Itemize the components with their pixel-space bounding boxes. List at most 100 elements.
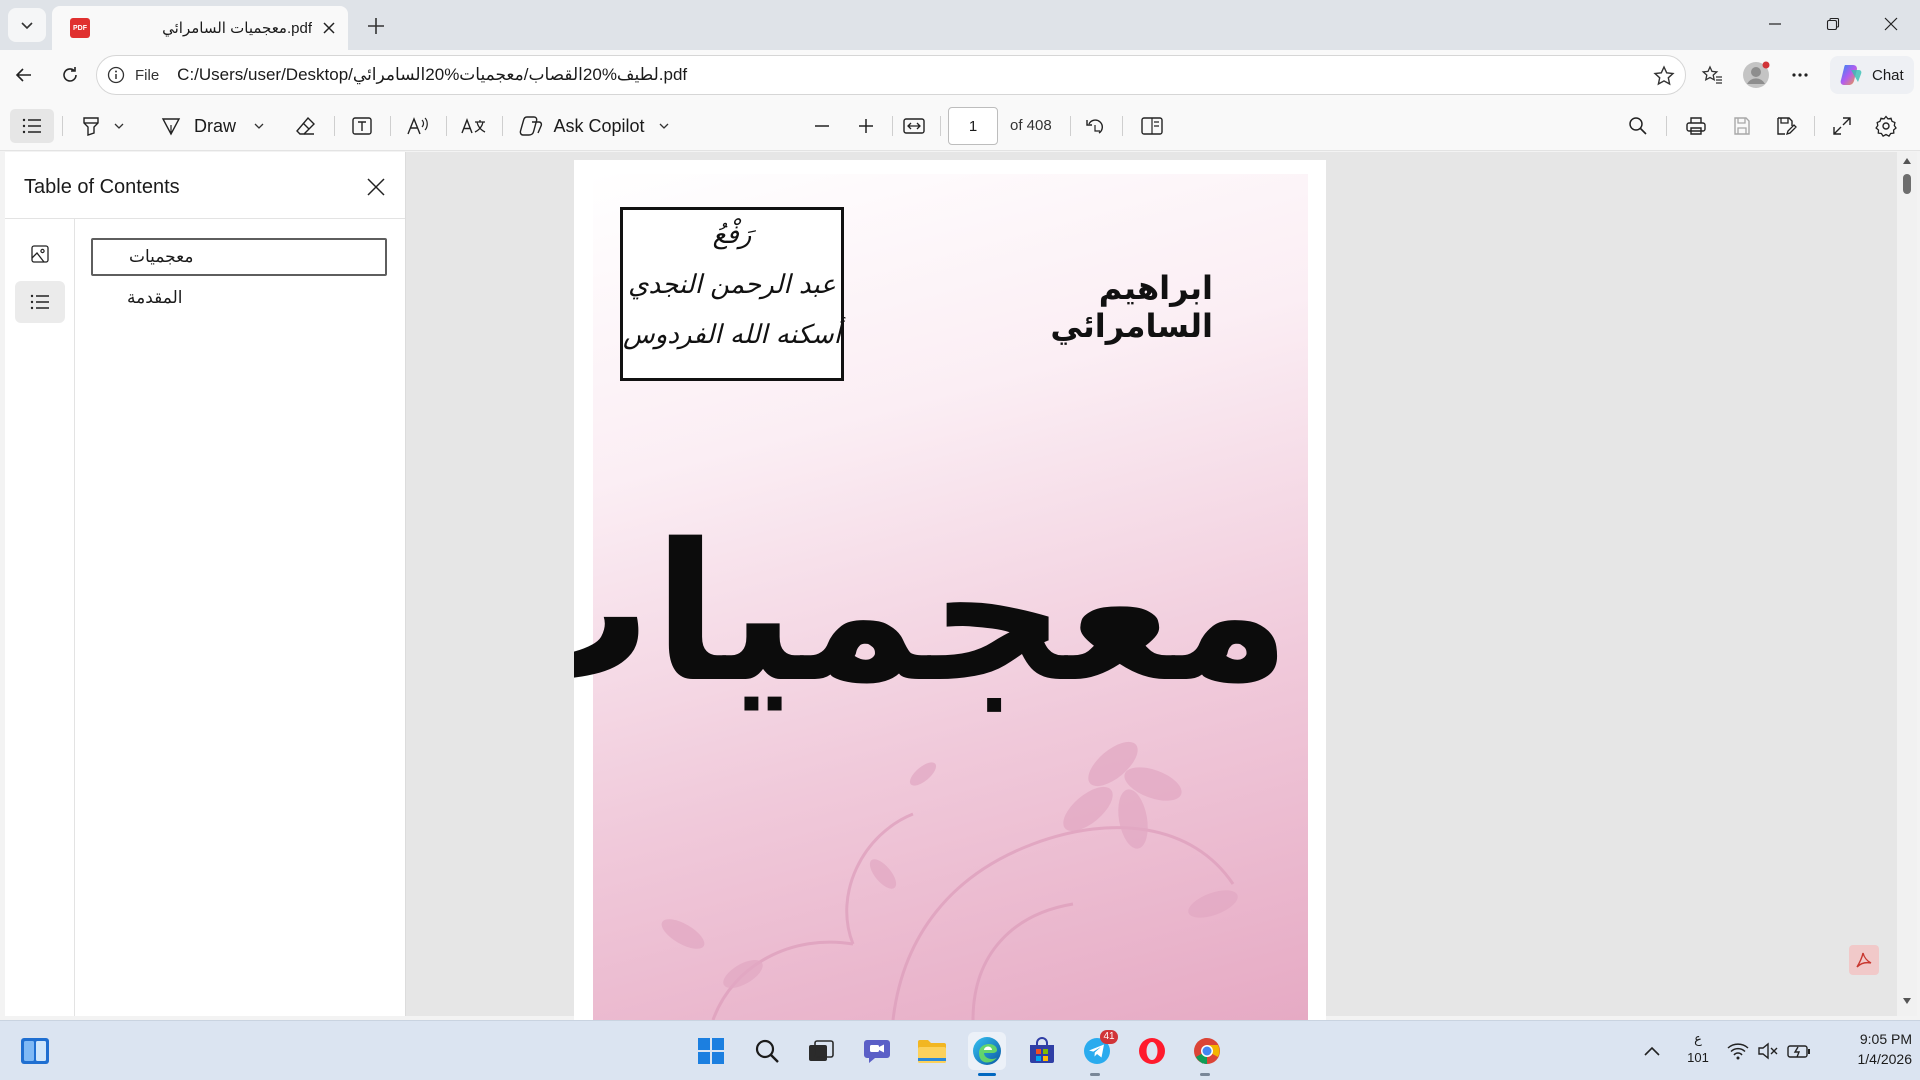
search-button[interactable] [748, 1032, 786, 1070]
rotate-button[interactable] [1078, 109, 1114, 143]
show-hidden-icons-button[interactable] [1634, 1032, 1670, 1070]
navigation-bar: File C:/Users/user/Desktop/لطيف%20القصاب… [0, 50, 1920, 100]
tab-actions-menu-button[interactable] [8, 8, 46, 42]
favorites-button[interactable] [1694, 58, 1730, 92]
taskbar: 41 ع 101 9:05 PM 1/4/2026 [0, 1020, 1920, 1080]
language-label: ع [1694, 1031, 1702, 1046]
refresh-icon [60, 65, 80, 85]
save-as-button[interactable] [1768, 109, 1804, 143]
zoom-out-button[interactable] [804, 109, 840, 143]
toolbar-divider [390, 116, 391, 136]
page-total-label: of 408 [1010, 117, 1052, 134]
chrome-browser-button[interactable] [1188, 1032, 1226, 1070]
zoom-in-button[interactable] [848, 109, 884, 143]
page-view-button[interactable] [1134, 109, 1170, 143]
microsoft-store-button[interactable] [1023, 1032, 1061, 1070]
table-of-contents-button[interactable] [10, 109, 54, 143]
settings-and-more-button[interactable] [1782, 58, 1818, 92]
task-view-button[interactable] [802, 1032, 840, 1070]
find-button[interactable] [1620, 109, 1656, 143]
restore-button[interactable] [1804, 0, 1862, 48]
refresh-button[interactable] [52, 58, 88, 92]
list-icon [22, 117, 42, 135]
widgets-button[interactable] [16, 1032, 54, 1070]
image-icon [30, 244, 50, 264]
add-text-button[interactable] [344, 109, 380, 143]
clock-date: 1/4/2026 [1857, 1051, 1913, 1067]
copilot-chat-button[interactable]: Chat [1830, 56, 1914, 94]
highlighter-icon [80, 115, 102, 137]
outline-tab[interactable] [15, 281, 65, 323]
toolbar-divider [1070, 116, 1071, 136]
book-title: معجميات [574, 503, 1291, 724]
toc-item[interactable]: المقدمة [91, 279, 387, 317]
save-icon [1732, 116, 1752, 136]
save-button[interactable] [1724, 109, 1760, 143]
edge-browser-button[interactable] [968, 1032, 1006, 1070]
edge-icon [972, 1036, 1002, 1066]
read-aloud-button[interactable] [400, 109, 436, 143]
chevron-down-icon [19, 17, 35, 33]
chevron-up-icon [1643, 1045, 1661, 1057]
acrobat-icon[interactable] [1849, 945, 1879, 975]
table-of-contents-panel: Table of Contents معجميات المقدمة [5, 152, 406, 1016]
start-button[interactable] [692, 1032, 730, 1070]
windows-logo-icon [697, 1037, 725, 1065]
quick-settings-button[interactable] [1724, 1032, 1814, 1070]
stamp-line: أسكنه الله الفردوس [623, 320, 841, 350]
star-favorite-icon[interactable] [1653, 65, 1675, 87]
scroll-up-arrow-icon[interactable] [1903, 158, 1911, 164]
back-button[interactable] [6, 58, 42, 92]
pdf-viewer[interactable]: رَفْعُ عبد الرحمن النجدي أسكنه الله الفر… [406, 152, 1897, 1020]
file-explorer-button[interactable] [913, 1032, 951, 1070]
page-number-input[interactable]: 1 [948, 107, 998, 145]
scroll-thumb[interactable] [1903, 174, 1911, 194]
input-language-indicator[interactable]: ع 101 [1685, 1029, 1711, 1067]
fullscreen-button[interactable] [1824, 109, 1860, 143]
profile-button[interactable] [1738, 58, 1774, 92]
title-bar: PDF معجميات السامرائي.pdf [0, 0, 1920, 50]
system-clock[interactable]: 9:05 PM 1/4/2026 [1826, 1029, 1913, 1069]
pdf-toolbar: Draw Ask Copilot 1 of 408 [0, 100, 1920, 151]
scroll-down-arrow-icon[interactable] [1903, 998, 1911, 1004]
minimize-button[interactable] [1746, 0, 1804, 48]
telegram-button[interactable]: 41 [1078, 1030, 1118, 1070]
stamp-line: عبد الرحمن النجدي [628, 270, 836, 300]
toolbar-divider [940, 116, 941, 136]
address-bar[interactable]: File C:/Users/user/Desktop/لطيف%20القصاب… [96, 55, 1686, 95]
thumbnails-tab[interactable] [15, 233, 65, 275]
draw-button[interactable]: Draw [156, 109, 268, 143]
url-text[interactable]: C:/Users/user/Desktop/لطيف%20القصاب/معجم… [177, 65, 687, 85]
erase-button[interactable] [288, 109, 324, 143]
ask-copilot-button[interactable]: Ask Copilot [514, 109, 674, 143]
pdf-settings-button[interactable] [1868, 109, 1904, 143]
toolbar-divider [1666, 116, 1667, 136]
toolbar-divider [1122, 116, 1123, 136]
battery-charging-icon [1787, 1043, 1811, 1059]
close-panel-button[interactable] [361, 172, 391, 202]
translate-button[interactable] [456, 109, 492, 143]
new-tab-button[interactable] [360, 10, 392, 42]
fit-to-width-button[interactable] [896, 109, 932, 143]
pen-icon [160, 115, 182, 137]
close-window-button[interactable] [1862, 0, 1920, 48]
vertical-scrollbar[interactable] [1897, 152, 1917, 1016]
chrome-icon [1192, 1036, 1222, 1066]
text-box-icon [351, 115, 373, 137]
draw-label: Draw [193, 115, 236, 136]
tab-close-icon[interactable] [320, 19, 338, 37]
toolbar-divider [62, 116, 63, 136]
close-icon [1884, 17, 1898, 31]
list-icon [30, 293, 50, 311]
save-as-icon [1775, 116, 1797, 136]
info-icon[interactable] [107, 66, 125, 84]
toc-item[interactable]: معجميات [91, 238, 387, 276]
ask-copilot-label: Ask Copilot [553, 115, 645, 136]
highlight-button[interactable] [72, 109, 132, 143]
tab-title: معجميات السامرائي.pdf [162, 20, 312, 37]
store-icon [1028, 1037, 1056, 1065]
print-button[interactable] [1678, 109, 1714, 143]
opera-browser-button[interactable] [1133, 1032, 1171, 1070]
browser-tab[interactable]: PDF معجميات السامرائي.pdf [52, 6, 348, 50]
teams-chat-button[interactable] [858, 1032, 896, 1070]
